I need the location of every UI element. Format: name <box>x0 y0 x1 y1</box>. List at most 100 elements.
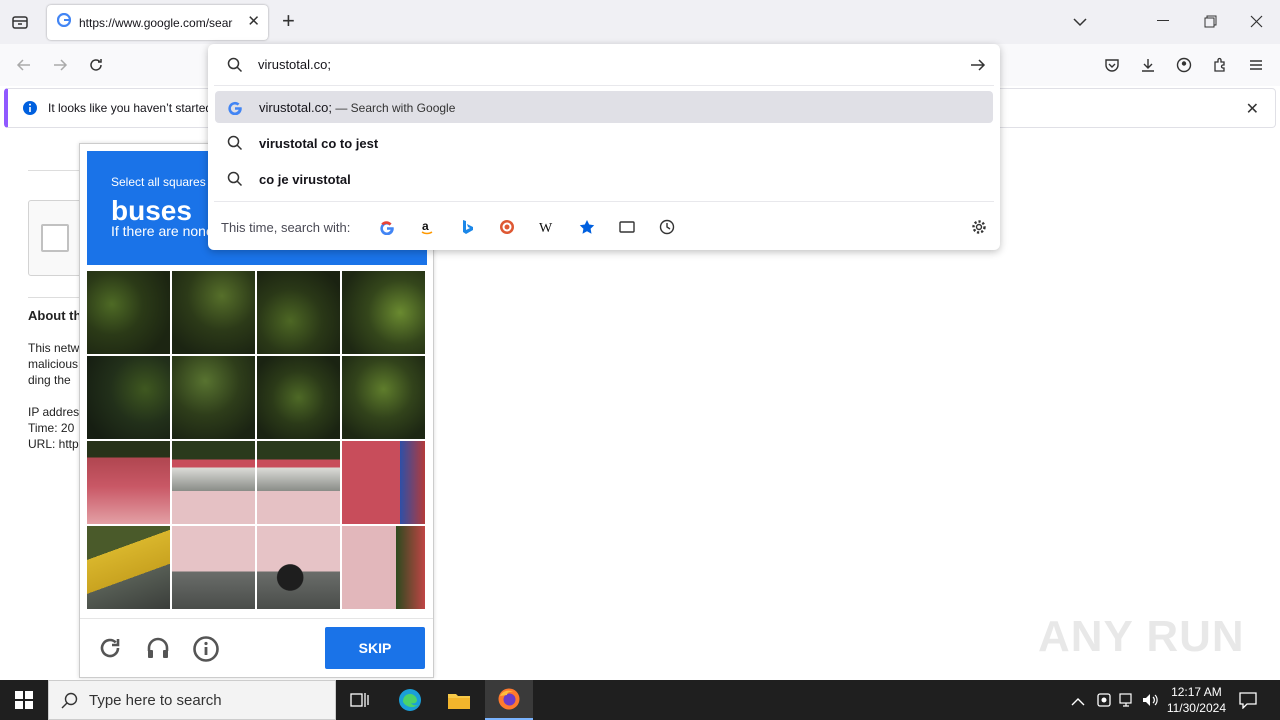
edge-icon[interactable] <box>386 680 434 720</box>
search-icon <box>227 171 243 192</box>
suggestion-text: co je virustotal <box>259 172 351 187</box>
tab-title: https://www.google.com/sear <box>79 15 233 30</box>
info-time: Time: 20 <box>28 421 75 435</box>
info-challenge-icon[interactable] <box>192 635 220 668</box>
grid-tile[interactable] <box>342 271 425 354</box>
page-line-3: ding the <box>28 373 71 387</box>
forward-button[interactable] <box>46 51 74 79</box>
browser-tab[interactable]: https://www.google.com/sear ✕ <box>47 5 268 40</box>
image-grid <box>87 271 427 611</box>
grid-tile[interactable] <box>87 526 170 609</box>
history-icon[interactable] <box>656 216 678 238</box>
notifications-icon[interactable] <box>1239 691 1257 714</box>
grid-tile[interactable] <box>87 271 170 354</box>
tab-strip: https://www.google.com/sear ✕ + <box>0 0 1280 44</box>
bookmarks-icon[interactable] <box>576 216 598 238</box>
reload-challenge-icon[interactable] <box>97 635 123 666</box>
suggestion-item[interactable]: virustotal.co; — Search with Google <box>215 91 993 123</box>
grid-tile[interactable] <box>257 356 340 439</box>
grid-tile[interactable] <box>87 441 170 524</box>
grid-tile[interactable] <box>87 356 170 439</box>
taskbar-search-placeholder: Type here to search <box>89 692 222 709</box>
firefox-view-icon[interactable] <box>6 8 34 36</box>
page-line-1: This netw <box>28 341 80 355</box>
suggestion-suffix: — Search with Google <box>331 101 456 115</box>
grid-tile[interactable] <box>172 356 255 439</box>
tabs-icon[interactable] <box>616 216 638 238</box>
urlbar-divider <box>214 85 994 86</box>
pocket-icon[interactable] <box>1098 51 1126 79</box>
firefox-taskbar-icon[interactable] <box>485 680 533 720</box>
task-view-icon[interactable] <box>336 680 384 720</box>
search-icon <box>227 135 243 156</box>
meet-now-icon[interactable] <box>1096 692 1112 713</box>
minimize-button[interactable] <box>1157 20 1169 21</box>
taskbar: Type here to search 12:17 AM 11/30/2024 <box>0 680 1280 720</box>
volume-icon[interactable] <box>1142 692 1159 713</box>
clock-date: 11/30/2024 <box>1166 701 1226 715</box>
start-button[interactable] <box>0 680 48 720</box>
system-clock[interactable]: 12:17 AM 11/30/2024 <box>1167 684 1226 716</box>
recaptcha-checkbox[interactable] <box>41 224 69 252</box>
taskbar-search-box[interactable]: Type here to search <box>48 680 336 720</box>
urlbar-dropdown: virustotal.co; virustotal.co; — Search w… <box>208 44 1000 250</box>
search-settings-gear-icon[interactable] <box>968 216 990 238</box>
amazon-engine-icon[interactable]: a <box>416 216 438 238</box>
suggestion-text: virustotal co to jest <box>259 136 379 151</box>
grid-tile[interactable] <box>172 441 255 524</box>
grid-tile[interactable] <box>342 356 425 439</box>
back-button[interactable] <box>10 51 38 79</box>
search-with-label: This time, search with: <box>221 220 351 235</box>
wikipedia-engine-icon[interactable]: W <box>536 216 558 238</box>
new-tab-button[interactable]: + <box>282 9 295 33</box>
grid-tile[interactable] <box>257 441 340 524</box>
menu-icon[interactable] <box>1242 51 1270 79</box>
notification-close-icon[interactable]: ✕ <box>1246 99 1259 119</box>
google-engine-icon[interactable] <box>376 216 398 238</box>
reload-button[interactable] <box>82 51 110 79</box>
bing-engine-icon[interactable] <box>456 216 478 238</box>
google-favicon-icon <box>56 12 72 32</box>
restore-button[interactable] <box>1204 15 1217 33</box>
downloads-icon[interactable] <box>1134 51 1162 79</box>
extensions-icon[interactable] <box>1206 51 1234 79</box>
clock-time: 12:17 AM <box>1171 685 1222 699</box>
show-hidden-icons[interactable] <box>1071 694 1085 712</box>
close-window-button[interactable] <box>1250 15 1263 33</box>
skip-button[interactable]: SKIP <box>325 627 425 669</box>
challenge-subtext: If there are none <box>111 223 214 239</box>
info-ip: IP addres <box>28 405 80 419</box>
grid-tile[interactable] <box>342 441 425 524</box>
file-explorer-icon[interactable] <box>435 680 483 720</box>
suggestion-item[interactable]: virustotal co to jest <box>215 127 993 159</box>
list-tabs-icon[interactable] <box>1072 14 1088 32</box>
suggestion-item[interactable]: co je virustotal <box>215 163 993 195</box>
account-icon[interactable] <box>1170 51 1198 79</box>
network-icon[interactable] <box>1119 692 1136 713</box>
suggestion-text: virustotal.co; <box>259 100 332 115</box>
svg-text:W: W <box>539 221 553 235</box>
grid-tile[interactable] <box>342 526 425 609</box>
info-icon <box>22 100 38 121</box>
notification-text: It looks like you haven’t started <box>48 101 213 115</box>
about-heading: About th <box>28 308 82 323</box>
grid-tile[interactable] <box>257 271 340 354</box>
go-arrow-icon[interactable] <box>970 57 986 78</box>
google-icon <box>227 99 243 120</box>
svg-text:a: a <box>422 219 429 233</box>
challenge-footer-divider <box>80 618 433 619</box>
search-icon <box>61 692 78 714</box>
audio-challenge-icon[interactable] <box>145 635 171 666</box>
engines-divider <box>214 201 994 202</box>
grid-tile[interactable] <box>257 526 340 609</box>
search-icon <box>227 57 243 78</box>
info-url: URL: http <box>28 437 79 451</box>
grid-tile[interactable] <box>172 271 255 354</box>
watermark: ANY RUN <box>1038 612 1245 661</box>
page-line-2: malicious <box>28 357 79 371</box>
tab-close-icon[interactable]: ✕ <box>247 14 260 30</box>
challenge-instruction: Select all squares <box>111 175 206 189</box>
grid-tile[interactable] <box>172 526 255 609</box>
url-input[interactable]: virustotal.co; <box>258 57 331 72</box>
duckduckgo-engine-icon[interactable] <box>496 216 518 238</box>
